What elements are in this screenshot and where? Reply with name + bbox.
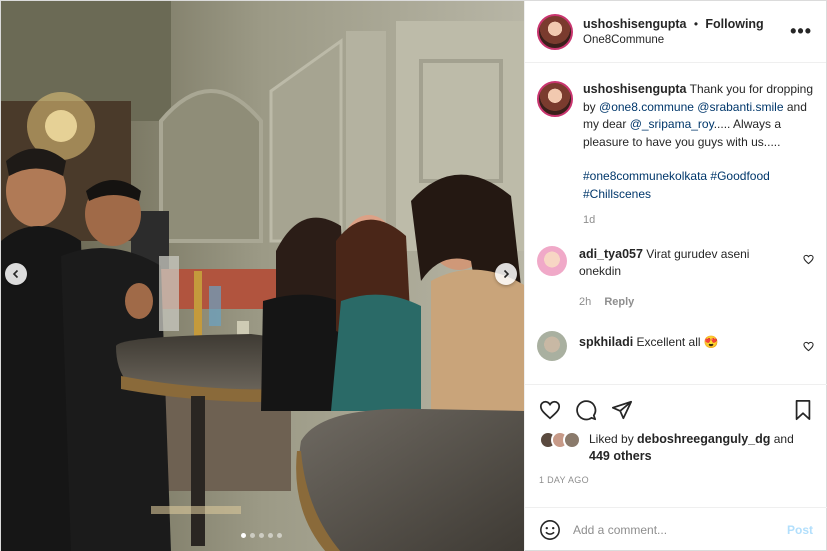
likes-summary: Liked by deboshreeganguly_dg and 449 oth… bbox=[539, 431, 813, 465]
chevron-left-icon bbox=[12, 269, 19, 279]
group-photo-image bbox=[1, 1, 524, 551]
carousel-indicator bbox=[241, 533, 282, 538]
caption-time: 1d bbox=[583, 214, 596, 226]
heart-eyes-emoji: 😍 bbox=[703, 334, 719, 349]
next-photo-button[interactable] bbox=[495, 263, 517, 285]
action-bar bbox=[539, 399, 813, 421]
reply-button[interactable]: Reply bbox=[604, 296, 634, 308]
carousel-dot bbox=[277, 533, 282, 538]
comment: adi_tya057 Virat gurudev aseni onekdin 2… bbox=[537, 245, 814, 311]
others-likes-link[interactable]: 449 others bbox=[589, 449, 652, 463]
share-button[interactable] bbox=[611, 399, 633, 421]
location-link[interactable]: One8Commune bbox=[583, 32, 790, 48]
following-button[interactable]: Following bbox=[705, 17, 763, 31]
comment-body: adi_tya057 Virat gurudev aseni onekdin 2… bbox=[579, 246, 779, 311]
post-actions: Liked by deboshreeganguly_dg and 449 oth… bbox=[525, 384, 827, 485]
post-comment-button[interactable]: Post bbox=[787, 523, 813, 537]
like-comment-heart-icon[interactable] bbox=[803, 254, 814, 265]
comment-text: Excellent all bbox=[636, 334, 701, 349]
separator-dot: • bbox=[693, 16, 699, 31]
emoji-picker-button[interactable] bbox=[539, 519, 561, 541]
comment: spkhiladi Excellent all 😍 bbox=[537, 330, 814, 361]
author-avatar[interactable] bbox=[537, 13, 573, 50]
commenter-username[interactable]: spkhiladi bbox=[579, 335, 633, 349]
liker-username[interactable]: deboshreeganguly_dg bbox=[637, 432, 770, 446]
post-photo[interactable] bbox=[1, 1, 524, 551]
liker-avatar bbox=[563, 431, 581, 449]
author-username[interactable]: ushoshisengupta bbox=[583, 17, 686, 31]
comment-meta: 2h Reply bbox=[579, 294, 779, 311]
heart-icon bbox=[539, 400, 561, 420]
caption-body: ushoshisengupta Thank you for dropping b… bbox=[583, 81, 814, 230]
instagram-post-modal: ushoshisengupta • Following One8Commune … bbox=[0, 0, 827, 551]
likes-and-label: and bbox=[773, 432, 794, 446]
liked-by-label: Liked by bbox=[589, 432, 634, 446]
carousel-dot bbox=[268, 533, 273, 538]
mention-link[interactable]: @one8.commune bbox=[599, 100, 694, 114]
author-info: ushoshisengupta • Following One8Commune bbox=[583, 16, 790, 48]
comment-time: 2h bbox=[579, 295, 592, 308]
comment-button[interactable] bbox=[575, 399, 597, 421]
mention-link[interactable]: @_sripama_roy bbox=[630, 117, 714, 131]
hashtag-link[interactable]: #one8communekolkata bbox=[583, 169, 707, 183]
carousel-dot bbox=[241, 533, 246, 538]
comment-body: spkhiladi Excellent all 😍 bbox=[579, 331, 779, 351]
previous-photo-button[interactable] bbox=[5, 263, 27, 285]
caption-avatar[interactable] bbox=[537, 81, 573, 117]
hashtag-link[interactable]: #Goodfood bbox=[710, 169, 769, 183]
carousel-dot bbox=[250, 533, 255, 538]
chevron-right-icon bbox=[503, 269, 510, 279]
post-header: ushoshisengupta • Following One8Commune … bbox=[525, 1, 826, 63]
comment-icon bbox=[576, 400, 597, 421]
commenter-avatar[interactable] bbox=[537, 245, 567, 276]
post-timestamp: 1 DAY AGO bbox=[539, 475, 589, 485]
bookmark-icon bbox=[795, 399, 811, 421]
save-button[interactable] bbox=[793, 399, 813, 421]
more-options-icon[interactable]: ••• bbox=[790, 21, 812, 42]
hashtag-link[interactable]: #Chillscenes bbox=[583, 187, 651, 201]
carousel-dot bbox=[259, 533, 264, 538]
like-button[interactable] bbox=[539, 399, 561, 421]
comments-section: ushoshisengupta Thank you for dropping b… bbox=[525, 81, 826, 361]
post-details-panel: ushoshisengupta • Following One8Commune … bbox=[524, 1, 827, 551]
commenter-avatar[interactable] bbox=[537, 330, 567, 361]
caption: ushoshisengupta Thank you for dropping b… bbox=[537, 81, 814, 230]
like-comment-heart-icon[interactable] bbox=[803, 341, 814, 352]
caption-username[interactable]: ushoshisengupta bbox=[583, 82, 686, 96]
add-comment-bar: Post bbox=[525, 507, 827, 551]
comment-input[interactable] bbox=[573, 523, 787, 537]
commenter-username[interactable]: adi_tya057 bbox=[579, 247, 643, 261]
share-icon bbox=[611, 400, 633, 420]
smiley-icon bbox=[540, 520, 560, 540]
liker-avatars[interactable] bbox=[539, 431, 581, 449]
mention-link[interactable]: @srabanti.smile bbox=[697, 100, 783, 114]
likes-text: Liked by deboshreeganguly_dg and 449 oth… bbox=[589, 431, 794, 465]
